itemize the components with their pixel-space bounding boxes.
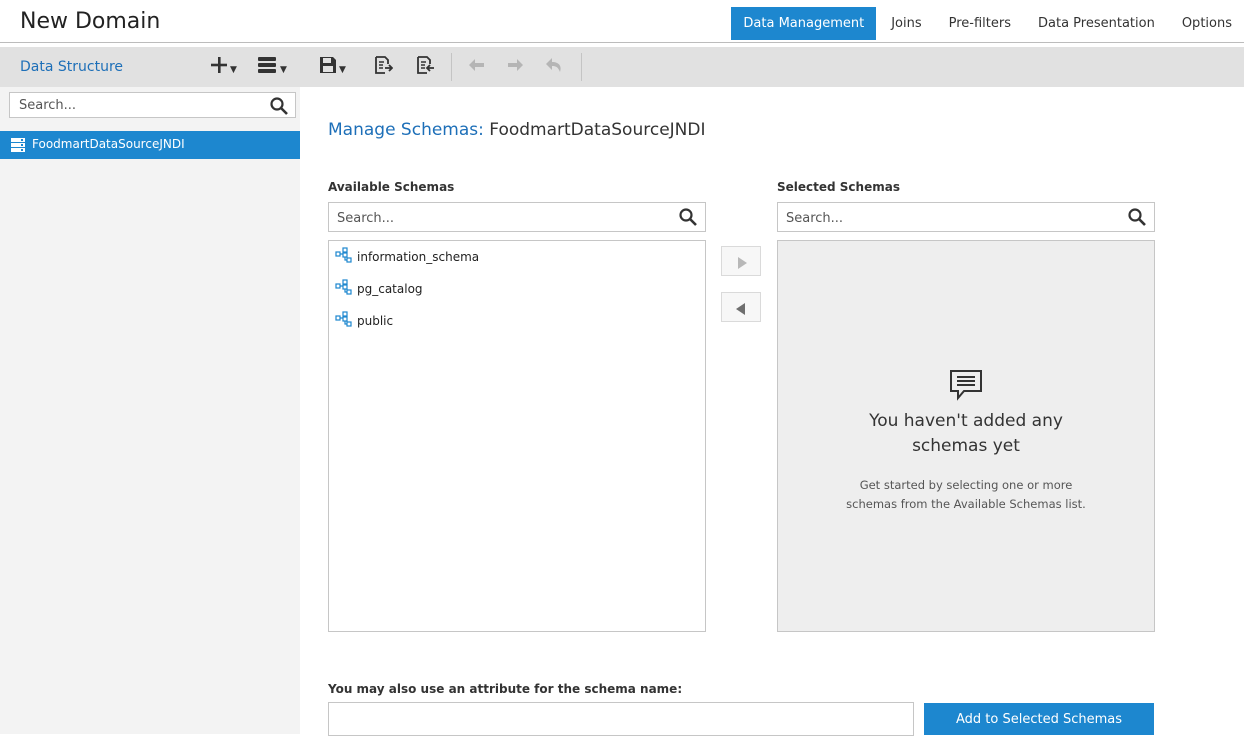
schema-label: public: [357, 314, 394, 328]
layers-icon: [257, 55, 279, 79]
move-left-button[interactable]: [721, 292, 761, 322]
undo-all-button[interactable]: [543, 55, 565, 79]
triangle-right-icon: [736, 255, 748, 274]
top-tabs: Data Management Joins Pre-filters Data P…: [728, 7, 1244, 40]
tab-options[interactable]: Options: [1170, 7, 1244, 40]
attribute-label: You may also use an attribute for the sc…: [328, 682, 683, 696]
sidebar-item-datasource[interactable]: FoodmartDataSourceJNDI: [0, 131, 300, 159]
add-to-selected-button[interactable]: Add to Selected Schemas: [924, 703, 1154, 735]
sidebar-item-label: FoodmartDataSourceJNDI: [32, 137, 185, 151]
chevron-down-icon: ▼: [230, 65, 237, 75]
empty-state-description: Get started by selecting one or more sch…: [846, 478, 1086, 511]
page-title-prefix: Manage Schemas:: [328, 120, 484, 140]
available-schemas-list: information_schema pg_catalog public: [328, 240, 706, 632]
datasource-icon: [10, 137, 26, 157]
tab-data-management[interactable]: Data Management: [731, 7, 877, 40]
chevron-down-icon: ▼: [280, 65, 287, 75]
redo-button[interactable]: [504, 55, 526, 79]
list-item[interactable]: pg_catalog: [335, 278, 423, 300]
search-icon[interactable]: [269, 96, 289, 116]
redo-icon: [504, 55, 526, 79]
schema-icon: [335, 279, 353, 299]
selected-schemas-list: You haven't added any schemas yet Get st…: [777, 240, 1155, 632]
search-icon[interactable]: [1127, 207, 1147, 227]
empty-state-title: You haven't added any schemas yet: [869, 411, 1063, 456]
schema-label: pg_catalog: [357, 282, 423, 296]
layers-menu-button[interactable]: ▼: [257, 55, 287, 79]
import-icon: [415, 55, 435, 79]
comment-icon: [948, 368, 984, 406]
undo-all-icon: [543, 55, 565, 79]
undo-icon: [466, 55, 488, 79]
add-menu-button[interactable]: ▼: [209, 55, 237, 79]
save-icon: [318, 55, 338, 79]
page-title-datasource: FoodmartDataSourceJNDI: [489, 120, 706, 140]
undo-button[interactable]: [466, 55, 488, 79]
sidebar-title: Data Structure: [20, 59, 124, 75]
import-button[interactable]: [415, 55, 435, 79]
triangle-left-icon: [735, 301, 747, 320]
search-icon[interactable]: [678, 207, 698, 227]
toolbar-divider: [451, 53, 452, 81]
schema-icon: [335, 311, 353, 331]
schema-icon: [335, 247, 353, 267]
list-item[interactable]: information_schema: [335, 246, 479, 268]
main-toolbar: ▼: [300, 47, 1244, 87]
sidebar-search-input[interactable]: [17, 97, 261, 114]
export-icon: [373, 55, 394, 79]
sidebar: Data Structure ▼ ▼ FoodmartDataSourceJND…: [0, 47, 300, 734]
sidebar-header: Data Structure ▼ ▼: [0, 47, 300, 87]
available-search: [328, 202, 706, 232]
header-divider: [0, 42, 1244, 43]
page-title: Manage Schemas: FoodmartDataSourceJNDI: [328, 120, 706, 140]
selected-schemas-label: Selected Schemas: [777, 180, 900, 194]
move-right-button[interactable]: [721, 246, 761, 276]
attribute-input[interactable]: [328, 702, 914, 736]
selected-search: [777, 202, 1155, 232]
available-schemas-label: Available Schemas: [328, 180, 455, 194]
available-search-input[interactable]: [335, 210, 659, 227]
toolbar-divider: [581, 53, 582, 81]
selected-search-input[interactable]: [784, 210, 1108, 227]
add-icon: [209, 55, 229, 79]
save-menu-button[interactable]: ▼: [318, 55, 346, 79]
sidebar-search: [9, 92, 296, 118]
tab-data-presentation[interactable]: Data Presentation: [1026, 7, 1167, 40]
tab-pre-filters[interactable]: Pre-filters: [937, 7, 1023, 40]
list-item[interactable]: public: [335, 310, 393, 332]
schema-label: information_schema: [357, 250, 480, 264]
app-title: New Domain: [20, 9, 161, 34]
tab-joins[interactable]: Joins: [879, 7, 933, 40]
chevron-down-icon: ▼: [339, 65, 346, 75]
export-button[interactable]: [373, 55, 394, 79]
